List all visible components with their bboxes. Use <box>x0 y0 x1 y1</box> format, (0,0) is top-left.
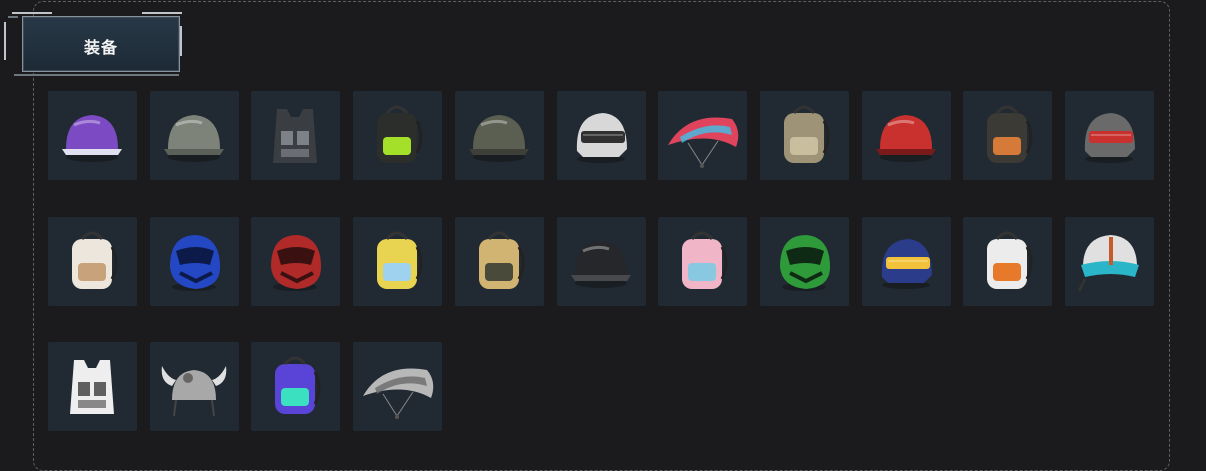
equipment-item-slot[interactable] <box>1065 216 1154 306</box>
equipment-item-slot[interactable] <box>251 342 341 431</box>
header-deco-line <box>14 74 179 76</box>
frame-top-gap <box>406 2 861 5</box>
pink-backpack-icon <box>682 231 728 289</box>
dog-backpack-icon <box>478 231 525 289</box>
tactical-vest-icon <box>273 109 318 163</box>
equipment-item-slot[interactable] <box>759 216 849 306</box>
white-visor-helmet-icon <box>576 113 627 163</box>
bee-backpack-icon <box>377 231 423 289</box>
green-moto-helmet-icon <box>779 234 830 291</box>
header-deco-line <box>4 22 6 60</box>
header-deco-line <box>8 16 18 18</box>
blue-starry-helmet-icon <box>881 238 932 289</box>
equipment-item-slot[interactable] <box>149 342 239 431</box>
blue-moto-helmet-icon <box>169 234 220 291</box>
graffiti-vest-icon <box>70 360 114 414</box>
viking-helmet-icon <box>161 366 226 417</box>
colorful-parachute-icon <box>668 117 739 168</box>
equipment-item-slot[interactable] <box>658 216 748 306</box>
section-title-box: 装备 <box>22 16 180 72</box>
equipment-item-slot[interactable] <box>861 91 951 180</box>
military-helmet-icon <box>468 115 529 162</box>
equipment-item-slot[interactable] <box>759 91 849 180</box>
equipment-item-slot[interactable] <box>48 342 137 431</box>
equipment-item-slot[interactable] <box>149 91 239 180</box>
red-moto-helmet-icon <box>271 234 322 291</box>
black-green-backpack-icon <box>377 105 423 163</box>
section-title: 装备 <box>83 38 118 57</box>
equipment-item-slot[interactable] <box>251 91 341 180</box>
gray-helmet-icon <box>163 115 224 162</box>
equipment-item-slot[interactable] <box>963 91 1053 180</box>
neon-backpack-icon <box>275 356 321 414</box>
bear-backpack-icon <box>72 231 118 289</box>
purple-goggle-helmet-icon <box>62 115 122 162</box>
section-header: 装备 <box>2 12 182 82</box>
equipment-item-slot[interactable] <box>353 342 443 431</box>
equipment-item-slot[interactable] <box>963 216 1053 306</box>
header-deco-line <box>180 26 182 56</box>
equipment-item-slot[interactable] <box>149 216 239 306</box>
pilot-helmet-icon <box>1077 234 1139 292</box>
header-deco-line <box>12 12 52 14</box>
equipment-item-slot[interactable] <box>1065 91 1154 180</box>
equipment-item-slot[interactable] <box>658 91 748 180</box>
equipment-item-slot[interactable] <box>353 91 443 180</box>
red-visor-helmet-icon <box>1084 113 1135 163</box>
equipment-item-slot[interactable] <box>454 91 544 180</box>
header-deco-line <box>142 12 182 14</box>
white-orange-backpack-icon <box>987 231 1033 289</box>
equipment-item-slot[interactable] <box>861 216 951 306</box>
dark-backpack-icon <box>987 105 1033 163</box>
equipment-item-slot[interactable] <box>556 216 646 306</box>
red-devil-helmet-icon <box>875 115 936 162</box>
black-combat-helmet-icon <box>570 240 631 288</box>
equipment-item-slot[interactable] <box>353 216 443 306</box>
equipment-item-slot[interactable] <box>48 91 137 180</box>
equipment-item-slot[interactable] <box>454 216 544 306</box>
equipment-item-slot[interactable] <box>251 216 341 306</box>
equipment-item-slot[interactable] <box>48 216 137 306</box>
equipment-item-slot[interactable] <box>556 91 646 180</box>
canvas-backpack-icon <box>783 105 830 163</box>
gray-camo-parachute-icon <box>363 368 434 419</box>
